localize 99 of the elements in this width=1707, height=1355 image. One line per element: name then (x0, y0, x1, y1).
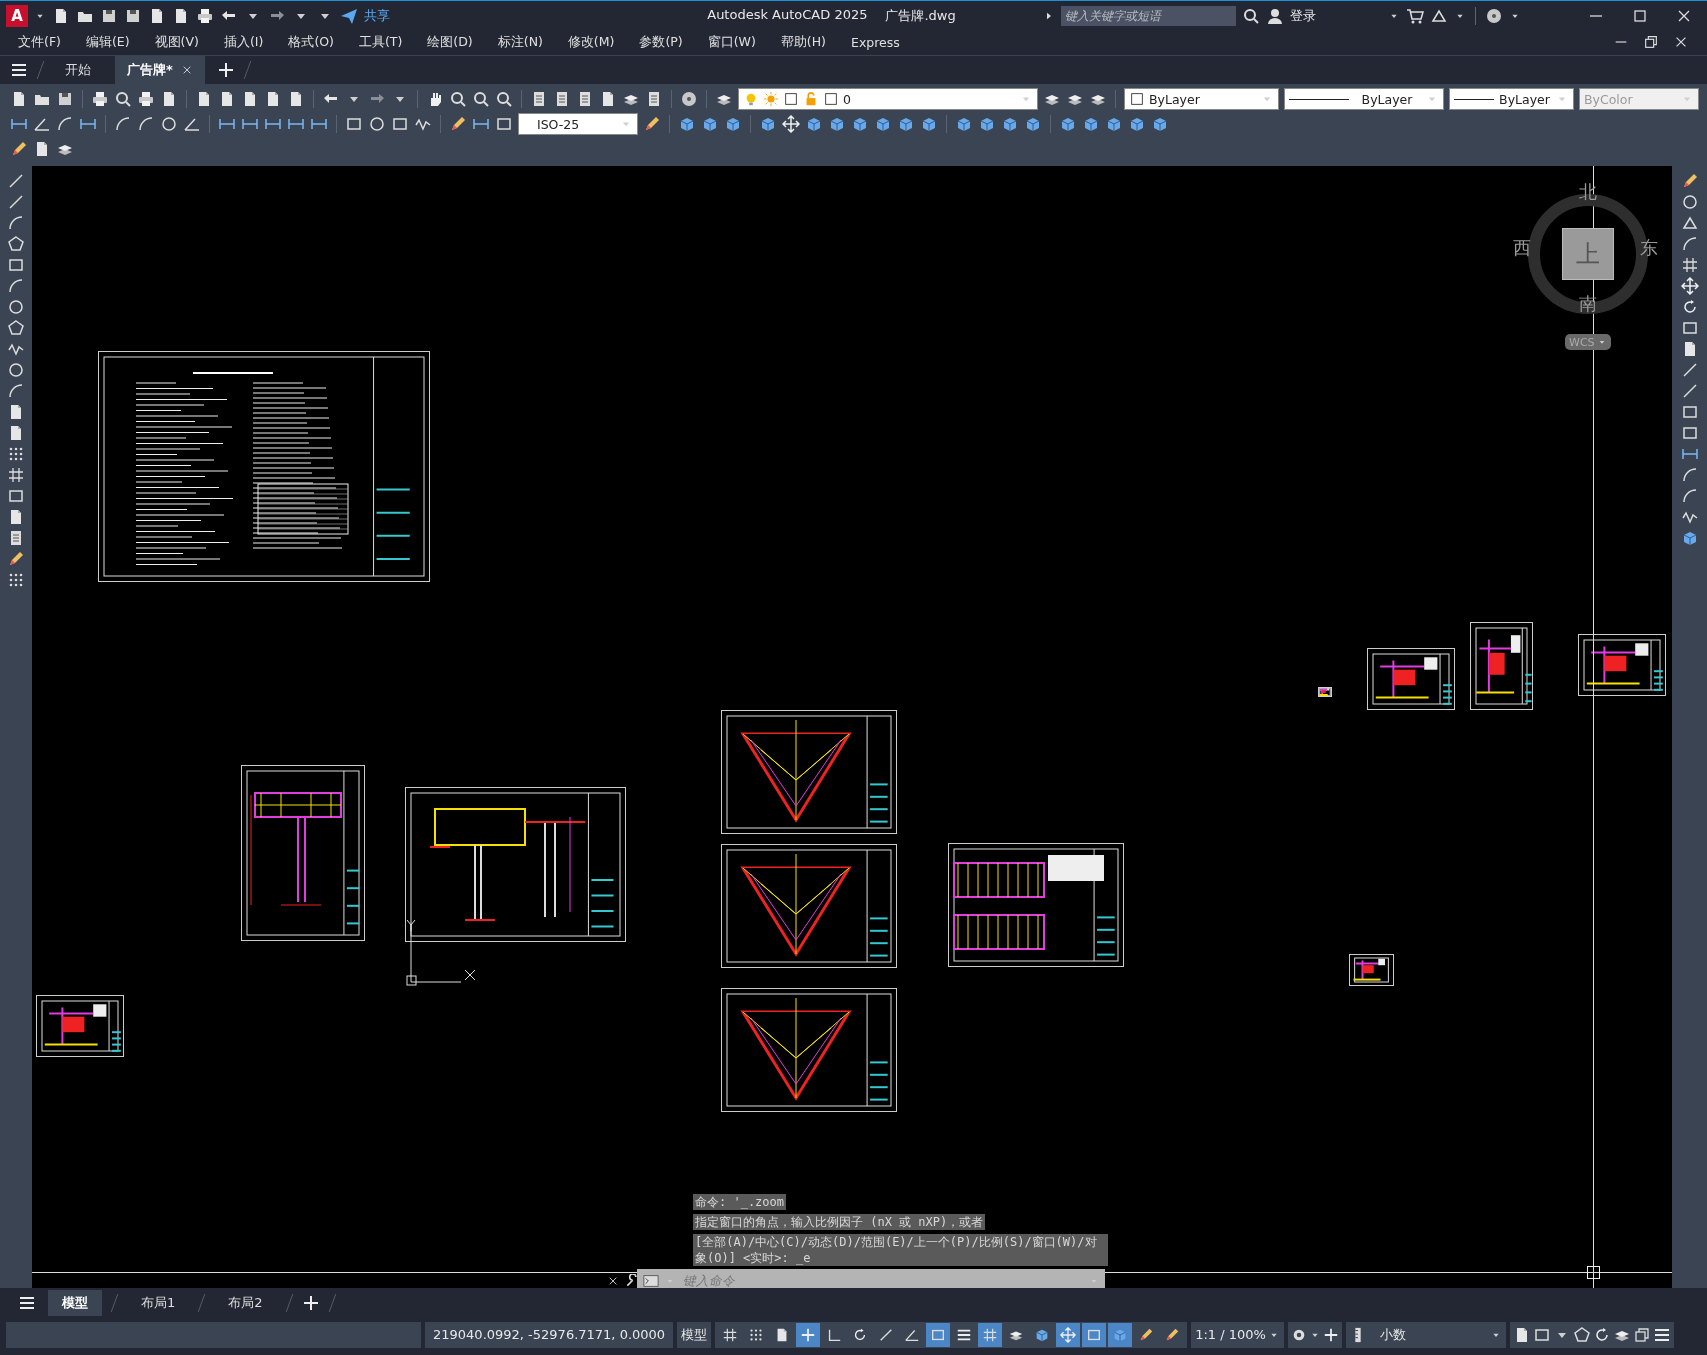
dimension-style-dropdown[interactable]: ISO-25 (518, 113, 638, 136)
menu-item[interactable]: 窗口(W) (707, 33, 772, 51)
help-icon[interactable] (1485, 6, 1503, 25)
cube-icon[interactable] (874, 115, 892, 134)
compass-label[interactable]: 南 (1579, 292, 1597, 317)
menu-item[interactable]: 帮助(H) (780, 33, 842, 51)
cube-icon[interactable] (1059, 115, 1077, 134)
terminal-icon[interactable] (643, 1273, 659, 1289)
model-space-button[interactable]: 模型 (677, 1321, 712, 1348)
plus-icon[interactable] (301, 1294, 320, 1313)
cad-sheet-drawing (1349, 954, 1394, 987)
cube-icon[interactable] (1128, 115, 1146, 134)
cube-icon[interactable] (1001, 115, 1019, 134)
menu-item[interactable]: Express (851, 34, 916, 50)
command-field[interactable]: 键入命令 (681, 1273, 1083, 1289)
menu-item[interactable]: 视图(V) (154, 33, 215, 51)
cube-icon[interactable] (897, 115, 915, 134)
file-name: 广告牌.dwg (885, 6, 956, 25)
drawing-canvas[interactable]: 北 西 上 东 南 WCS 命令: '_.zoom 指定窗口的角点，输入比例因子 (nX 或 nXP)，或者 [全部(A)/中心(C)/动态(D)/范围(E)/上一个(P)/比例(S)/窗口(W)/对象(O)] <实时>: _e 键入命令 (32, 166, 1672, 1289)
cube-icon[interactable] (678, 115, 696, 134)
lineweight-dropdown[interactable]: ByLayer (1449, 88, 1574, 111)
help-icon[interactable] (680, 90, 698, 109)
circle-icon[interactable] (368, 115, 386, 134)
cube-icon[interactable] (851, 115, 869, 134)
circle-icon[interactable] (160, 115, 178, 134)
search-field[interactable]: 键入关键字或短语 (1061, 5, 1236, 26)
printer-icon[interactable] (91, 90, 109, 109)
layout-tab[interactable]: 布局1 (127, 1290, 190, 1317)
zoom-icon[interactable] (495, 90, 513, 109)
grid-icon[interactable] (1680, 256, 1699, 275)
compass-label[interactable]: 东 (1640, 236, 1658, 261)
layout-tab[interactable]: 模型 (48, 1290, 102, 1317)
layer-name: 0 (843, 91, 852, 107)
restore-icon[interactable] (1632, 1325, 1651, 1344)
move-icon[interactable] (1680, 277, 1699, 296)
zoom-icon[interactable] (114, 90, 132, 109)
zoom-icon[interactable] (449, 90, 467, 109)
cube-icon[interactable] (1024, 115, 1042, 134)
printer-icon[interactable] (196, 6, 214, 25)
document-tab[interactable]: 开始 (53, 55, 103, 84)
cad-sheet-drawing (1318, 687, 1332, 698)
menu-item[interactable]: 格式(O) (288, 33, 350, 51)
coordinates-readout: 219040.0992, -52976.7171, 0.0000 (425, 1321, 674, 1348)
layer-dropdown[interactable]: 0 (738, 88, 1038, 111)
circle-icon[interactable] (7, 361, 25, 380)
cube-icon[interactable] (920, 115, 938, 134)
compass-label[interactable]: 西 (1513, 236, 1531, 261)
circle-icon[interactable] (1680, 193, 1699, 212)
plus-icon[interactable] (216, 60, 235, 79)
square-icon[interactable] (783, 91, 799, 108)
menu-item[interactable]: 标注(N) (497, 33, 559, 51)
menu-item[interactable]: 绘图(D) (427, 33, 489, 51)
document-tab[interactable]: 广告牌* (115, 55, 205, 84)
wrench-icon[interactable] (625, 1274, 639, 1289)
cart-icon[interactable] (1406, 6, 1424, 25)
cube-icon[interactable] (724, 115, 742, 134)
user-icon[interactable] (1266, 6, 1284, 25)
cube-icon[interactable] (805, 115, 823, 134)
menu-item[interactable]: 工具(T) (358, 33, 419, 51)
polygon-icon[interactable] (1572, 1325, 1591, 1344)
move-icon[interactable] (782, 115, 800, 134)
cube-icon[interactable] (828, 115, 846, 134)
cube-icon[interactable] (701, 115, 719, 134)
cube-icon[interactable] (955, 115, 973, 134)
zoom-icon[interactable] (472, 90, 490, 109)
linetype-dropdown[interactable]: ByLayer (1284, 88, 1444, 111)
circle-icon[interactable] (7, 298, 25, 317)
cube-icon[interactable] (1105, 115, 1123, 134)
grid-icon[interactable] (7, 466, 25, 485)
menu-item[interactable]: 插入(I) (223, 33, 280, 51)
menu-item[interactable]: 修改(M) (567, 33, 631, 51)
color-dropdown[interactable]: ByLayer (1124, 88, 1279, 111)
zoom-icon[interactable] (1242, 6, 1260, 25)
ucs-axis-icon (405, 918, 477, 987)
layout-tab[interactable]: 布局2 (214, 1290, 277, 1317)
share-button[interactable]: 共享 (364, 6, 390, 25)
printer-icon[interactable] (137, 90, 155, 109)
cube-icon[interactable] (978, 115, 996, 134)
polygon-icon[interactable] (7, 235, 25, 254)
menu-item[interactable]: 参数(P) (639, 33, 699, 51)
units-dropdown[interactable]: 小数 (1345, 1321, 1506, 1348)
paper-plane-icon[interactable] (340, 6, 358, 25)
compass-label[interactable]: 北 (1579, 180, 1597, 205)
menu-item[interactable]: 文件(F) (18, 33, 77, 51)
menu-item[interactable]: 编辑(E) (85, 33, 146, 51)
cube-icon[interactable] (1151, 115, 1169, 134)
plus-icon[interactable] (1322, 1326, 1339, 1343)
app-logo[interactable]: A (6, 4, 28, 27)
cube-icon[interactable] (759, 115, 777, 134)
login-link[interactable]: 登录 (1290, 6, 1316, 25)
app-title: Autodesk AutoCAD 2025 (707, 6, 868, 24)
cube-icon[interactable] (1082, 115, 1100, 134)
restore-icon[interactable] (1643, 34, 1659, 51)
square-icon[interactable] (1129, 91, 1145, 108)
square-icon[interactable] (823, 91, 839, 108)
crosshair-pickbox (1587, 1266, 1600, 1280)
polygon-icon[interactable] (7, 319, 25, 338)
annotation-scale-button[interactable]: 1:1 / 100% (1191, 1321, 1284, 1348)
command-line-field[interactable]: 键入命令 (637, 1269, 1105, 1289)
